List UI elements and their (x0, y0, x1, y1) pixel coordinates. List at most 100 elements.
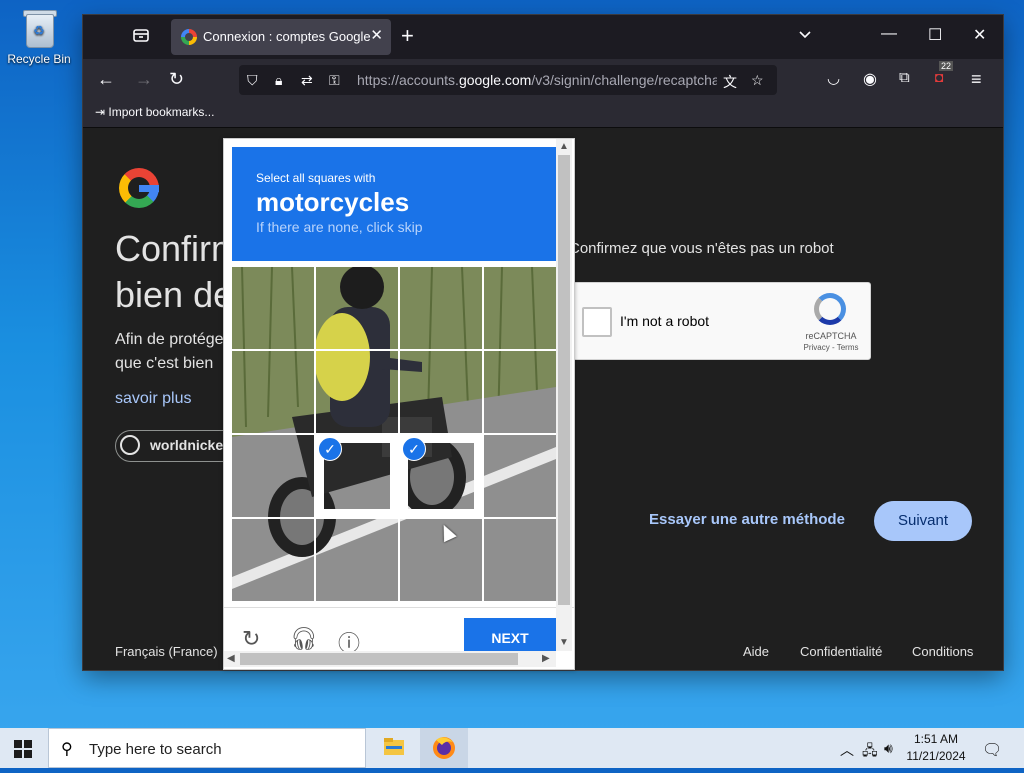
vertical-scroll-thumb[interactable] (558, 155, 570, 605)
captcha-hint: If there are none, click skip (256, 219, 423, 235)
captcha-tile[interactable] (316, 351, 398, 433)
tab-title: Connexion : comptes Google (203, 29, 371, 44)
recaptcha-label: I'm not a robot (620, 313, 710, 329)
recaptcha-brand: reCAPTCHA (805, 331, 857, 341)
menu-icon[interactable]: ≡ (971, 69, 982, 90)
captcha-tile[interactable] (484, 435, 556, 517)
account-name: worldnickel (150, 437, 228, 453)
captcha-tile[interactable]: ✓ (400, 435, 482, 517)
clock-date: 11/21/2024 (906, 749, 966, 763)
close-window-icon[interactable]: ✕ (973, 25, 986, 45)
horizontal-scrollbar[interactable]: ◀ ▶ (224, 651, 556, 667)
account-avatar-icon (120, 435, 140, 455)
recycle-bin-image: ♻ (20, 6, 58, 50)
url-bar[interactable]: ⛉ 🔒︎ ⇄ ⚿ https://accounts.google.com/v3/… (239, 65, 777, 95)
tracking-shield-icon[interactable]: ⛉ (247, 72, 258, 89)
try-another-method-button[interactable]: Essayer une autre méthode (649, 511, 845, 528)
learn-more-link[interactable]: savoir plus (115, 390, 191, 408)
key-icon[interactable]: ⚿ (329, 72, 340, 89)
captcha-tile[interactable] (316, 267, 398, 349)
grid-divider (482, 267, 484, 601)
show-hidden-icons-chevron-icon[interactable]: ︿ (840, 740, 854, 760)
account-icon[interactable]: ◉ (863, 69, 877, 89)
extension-badge: 22 (939, 61, 954, 71)
tile-selected-check-icon: ✓ (318, 437, 342, 461)
captcha-tile[interactable] (400, 267, 482, 349)
captcha-header: Select all squares with motorcycles If t… (232, 147, 556, 261)
search-placeholder: Type here to search (89, 741, 222, 758)
import-icon: ⇥ (95, 105, 109, 119)
ublock-extension-icon[interactable]: ◘ 22 (935, 61, 954, 85)
tab-google-signin[interactable]: Connexion : comptes Google ✕ (171, 19, 391, 55)
windows-start-icon[interactable] (14, 740, 32, 758)
navigation-bar: ← → ↻ ⛉ 🔒︎ ⇄ ⚿ https://accounts.google.c… (83, 59, 1003, 99)
google-logo (119, 168, 159, 208)
captcha-tile[interactable] (484, 267, 556, 349)
clock-time: 1:51 AM (913, 732, 959, 746)
captcha-tile[interactable] (484, 519, 556, 601)
captcha-tile[interactable]: ✓ (316, 435, 398, 517)
list-tabs-chevron-icon[interactable] (797, 27, 813, 48)
back-icon[interactable]: ← (97, 69, 115, 90)
extensions-icon[interactable]: ⧉ (899, 69, 910, 86)
captcha-tile[interactable] (232, 351, 314, 433)
permissions-icon[interactable]: ⇄ (301, 72, 313, 89)
captcha-tile[interactable] (232, 435, 314, 517)
page-description: Afin de protéger que c'est bien (115, 331, 229, 372)
system-clock[interactable]: 1:51 AM 11/21/2024 (900, 731, 972, 765)
vertical-scrollbar[interactable]: ▲ ▼ (556, 139, 572, 651)
maximize-icon[interactable]: ☐ (928, 25, 942, 45)
bookmark-star-icon[interactable]: ☆ (751, 72, 764, 89)
google-favicon-icon (181, 29, 197, 45)
recycle-bin-icon[interactable]: ♻ Recycle Bin (6, 6, 72, 66)
new-tab-icon[interactable]: + (401, 25, 414, 47)
grid-divider (232, 433, 556, 435)
audio-challenge-icon[interactable]: 🎧︎ (290, 626, 318, 652)
bookmarks-toolbar: ⇥ Import bookmarks... (83, 99, 1003, 128)
import-bookmarks-link[interactable]: ⇥ Import bookmarks... (95, 105, 214, 119)
recycle-bin-label: Recycle Bin (7, 52, 71, 66)
url-text[interactable]: https://accounts.google.com/v3/signin/ch… (357, 72, 717, 88)
volume-icon[interactable]: 🔊︎ (884, 740, 893, 757)
recaptcha-widget: I'm not a robot reCAPTCHA Privacy - Term… (569, 282, 871, 360)
network-icon[interactable]: 🖧︎ (862, 740, 878, 764)
taskbar-search-box[interactable]: ⚲ Type here to search (48, 728, 366, 768)
file-explorer-icon[interactable] (370, 728, 418, 768)
captcha-footer: ↻ 🎧︎ ⓘ NEXT (224, 607, 574, 658)
grid-divider (232, 349, 556, 351)
captcha-image-grid: ✓ ✓ (232, 267, 556, 601)
translate-icon[interactable]: 文 (723, 72, 737, 92)
grid-divider (232, 517, 556, 519)
firefox-view-icon[interactable] (131, 25, 155, 49)
captcha-tile[interactable] (232, 519, 314, 601)
lock-icon[interactable]: 🔒︎ (275, 72, 282, 89)
scroll-right-icon[interactable]: ▶ (542, 653, 550, 664)
captcha-instruction: Select all squares with (256, 171, 376, 185)
captcha-tile[interactable] (400, 351, 482, 433)
recaptcha-checkbox[interactable] (582, 307, 612, 337)
firefox-taskbar-icon[interactable] (420, 728, 468, 768)
recaptcha-privacy-terms[interactable]: Privacy - Terms (799, 343, 863, 352)
next-button[interactable]: Suivant (874, 501, 972, 541)
language-selector[interactable]: Français (France) (115, 644, 218, 659)
terms-link[interactable]: Conditions (912, 644, 973, 659)
close-tab-icon[interactable]: ✕ (370, 27, 383, 45)
scroll-left-icon[interactable]: ◀ (227, 653, 235, 664)
help-link[interactable]: Aide (743, 644, 769, 659)
privacy-link[interactable]: Confidentialité (800, 644, 882, 659)
scroll-down-icon[interactable]: ▼ (559, 637, 569, 648)
captcha-tile[interactable] (316, 519, 398, 601)
captcha-challenge: Select all squares with motorcycles If t… (223, 138, 575, 670)
captcha-tile[interactable] (484, 351, 556, 433)
recaptcha-logo-icon (814, 293, 846, 325)
robot-question: Confirmez que vous n'êtes pas un robot (569, 240, 834, 257)
reload-icon[interactable]: ↻ (169, 69, 184, 90)
horizontal-scroll-thumb[interactable] (240, 653, 518, 665)
reload-challenge-icon[interactable]: ↻ (242, 626, 260, 652)
scroll-up-icon[interactable]: ▲ (559, 141, 569, 152)
minimize-icon[interactable]: — (881, 25, 897, 43)
forward-icon[interactable]: → (135, 69, 153, 90)
pocket-icon[interactable]: ◡ (827, 69, 840, 87)
notifications-icon[interactable]: 🗨︎ (982, 740, 1002, 760)
captcha-tile[interactable] (232, 267, 314, 349)
